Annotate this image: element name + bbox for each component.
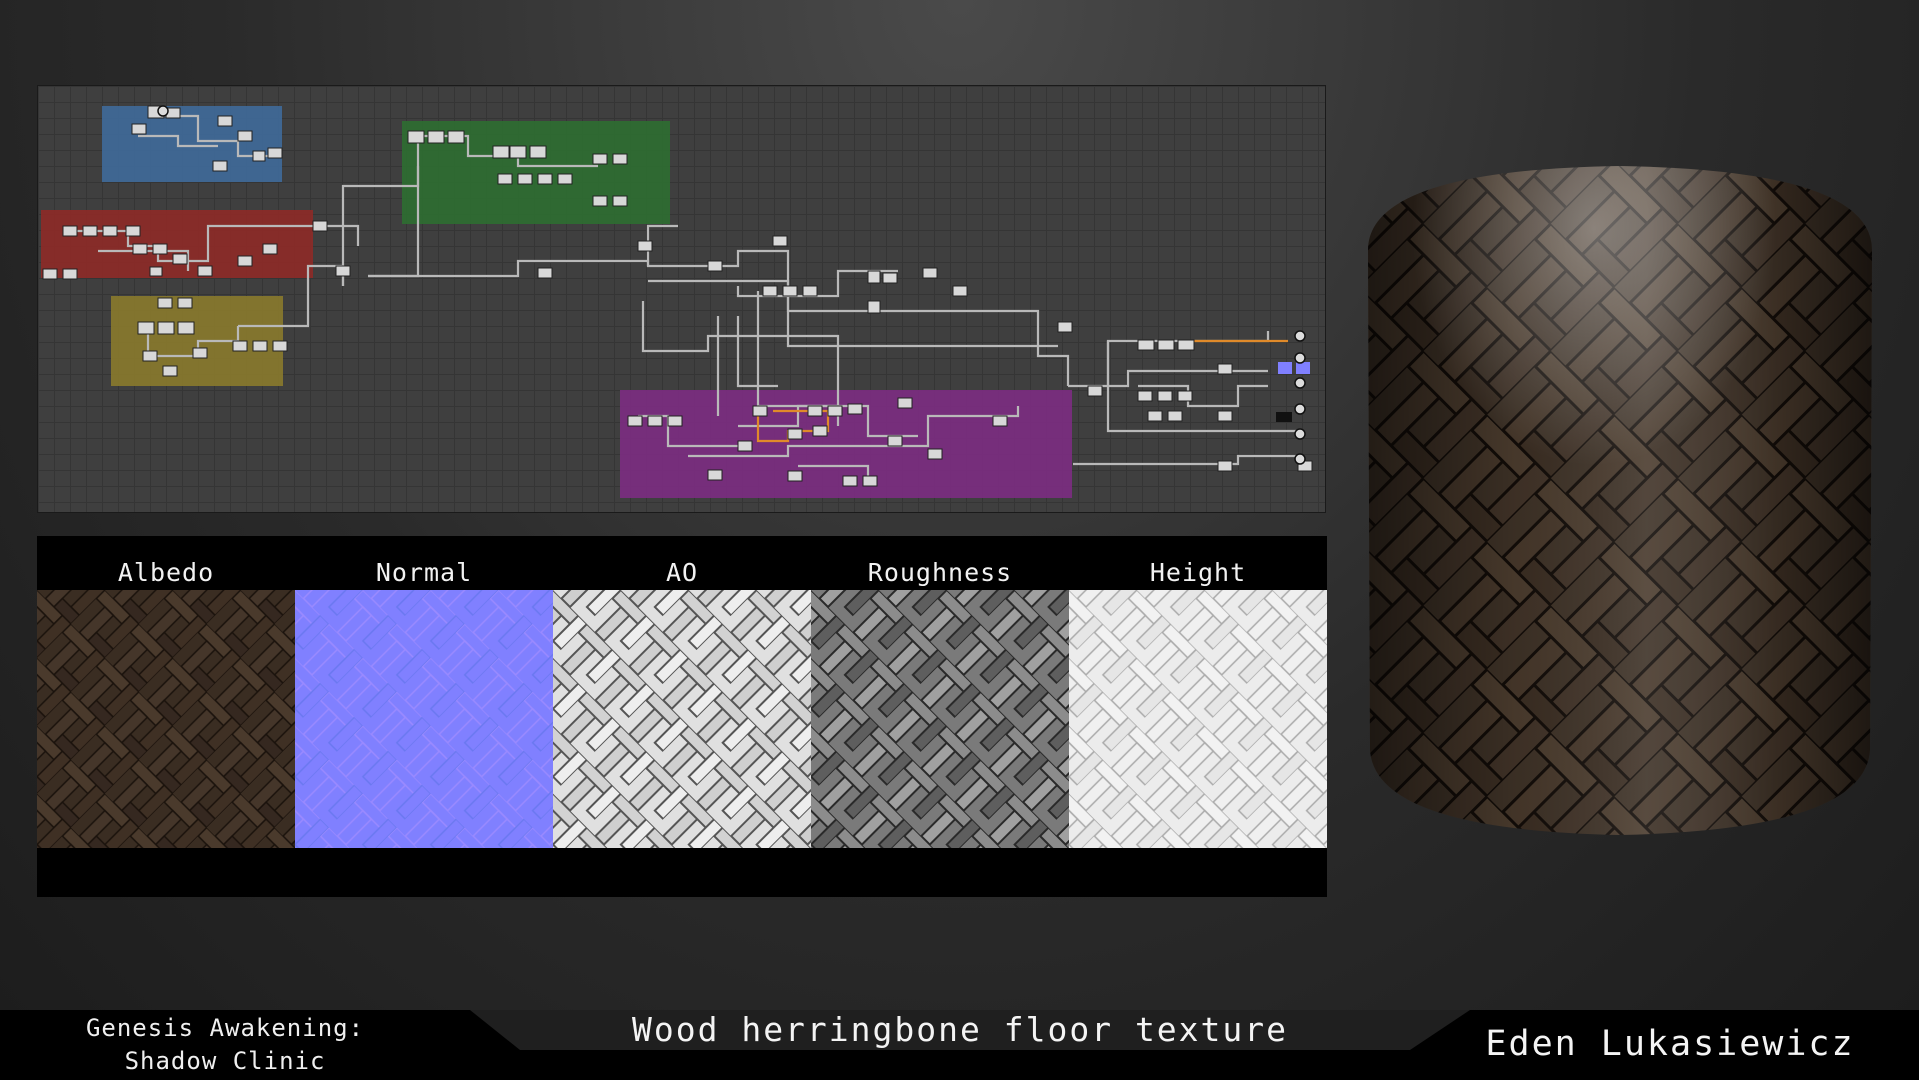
normal-map: [295, 590, 553, 848]
project-line-1: Genesis Awakening:: [85, 1014, 365, 1042]
map-label-albedo: Albedo: [117, 558, 215, 587]
roughness-map: [811, 590, 1069, 848]
node-graph-panel[interactable]: [37, 85, 1326, 513]
node-graph-canvas[interactable]: [38, 86, 1327, 514]
normal-output-node[interactable]: [1278, 362, 1292, 374]
map-label-height: Height: [1149, 558, 1247, 587]
texture-maps-panel: Albedo Normal AO Roughness Height: [37, 536, 1327, 897]
height-map: [1069, 590, 1327, 848]
map-label-roughness: Roughness: [867, 558, 1013, 587]
map-label-normal: Normal: [375, 558, 473, 587]
project-name: Genesis Awakening: Shadow Clinic: [40, 1012, 410, 1078]
dark-output-node[interactable]: [1276, 412, 1292, 422]
texture-title: Wood herringbone floor texture: [631, 1010, 1289, 1049]
map-label-ao: AO: [665, 558, 699, 587]
artist-name: Eden Lukasiewicz: [1485, 1024, 1855, 1064]
material-preview-cylinder[interactable]: [1360, 160, 1880, 840]
project-line-2: Shadow Clinic: [124, 1047, 326, 1075]
albedo-map: [37, 590, 295, 848]
normal-output-node-2[interactable]: [1296, 362, 1310, 374]
frame-blue[interactable]: [102, 106, 282, 182]
ao-map: [553, 590, 811, 848]
